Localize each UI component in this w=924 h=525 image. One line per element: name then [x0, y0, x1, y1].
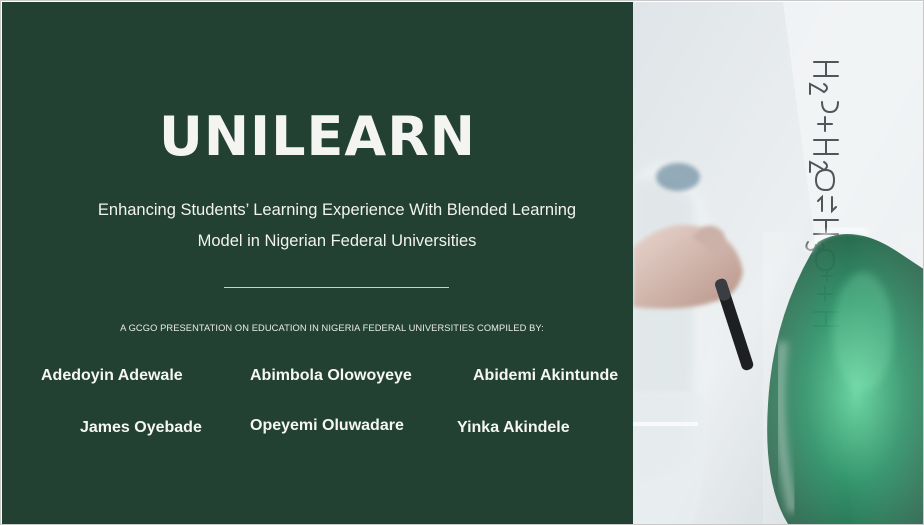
slide: UNILEARN Enhancing Students’ Learning Ex…: [0, 0, 924, 525]
chemistry-photo: [633, 2, 923, 524]
slide-title: UNILEARN: [159, 105, 476, 168]
chemistry-photo-image: [633, 2, 923, 524]
author-name: Yinka Akindele: [457, 419, 570, 436]
slide-subtitle: Enhancing Students’ Learning Experience …: [42, 195, 632, 257]
author-name: Abimbola Olowoyeye: [250, 367, 412, 384]
subtitle-line-2: Model in Nigerian Federal Universities: [197, 232, 477, 250]
compiled-by-caption: A GCGO PRESENTATION ON EDUCATION IN NIGE…: [120, 323, 544, 333]
divider-line: [224, 287, 449, 288]
title-panel: UNILEARN Enhancing Students’ Learning Ex…: [2, 2, 633, 524]
author-name: Opeyemi Oluwadare: [250, 417, 404, 434]
subtitle-line-1: Enhancing Students’ Learning Experience …: [97, 201, 577, 219]
author-name: James Oyebade: [80, 419, 202, 436]
author-name: Abidemi Akintunde: [473, 367, 619, 384]
author-name: Adedoyin Adewale: [41, 367, 183, 384]
